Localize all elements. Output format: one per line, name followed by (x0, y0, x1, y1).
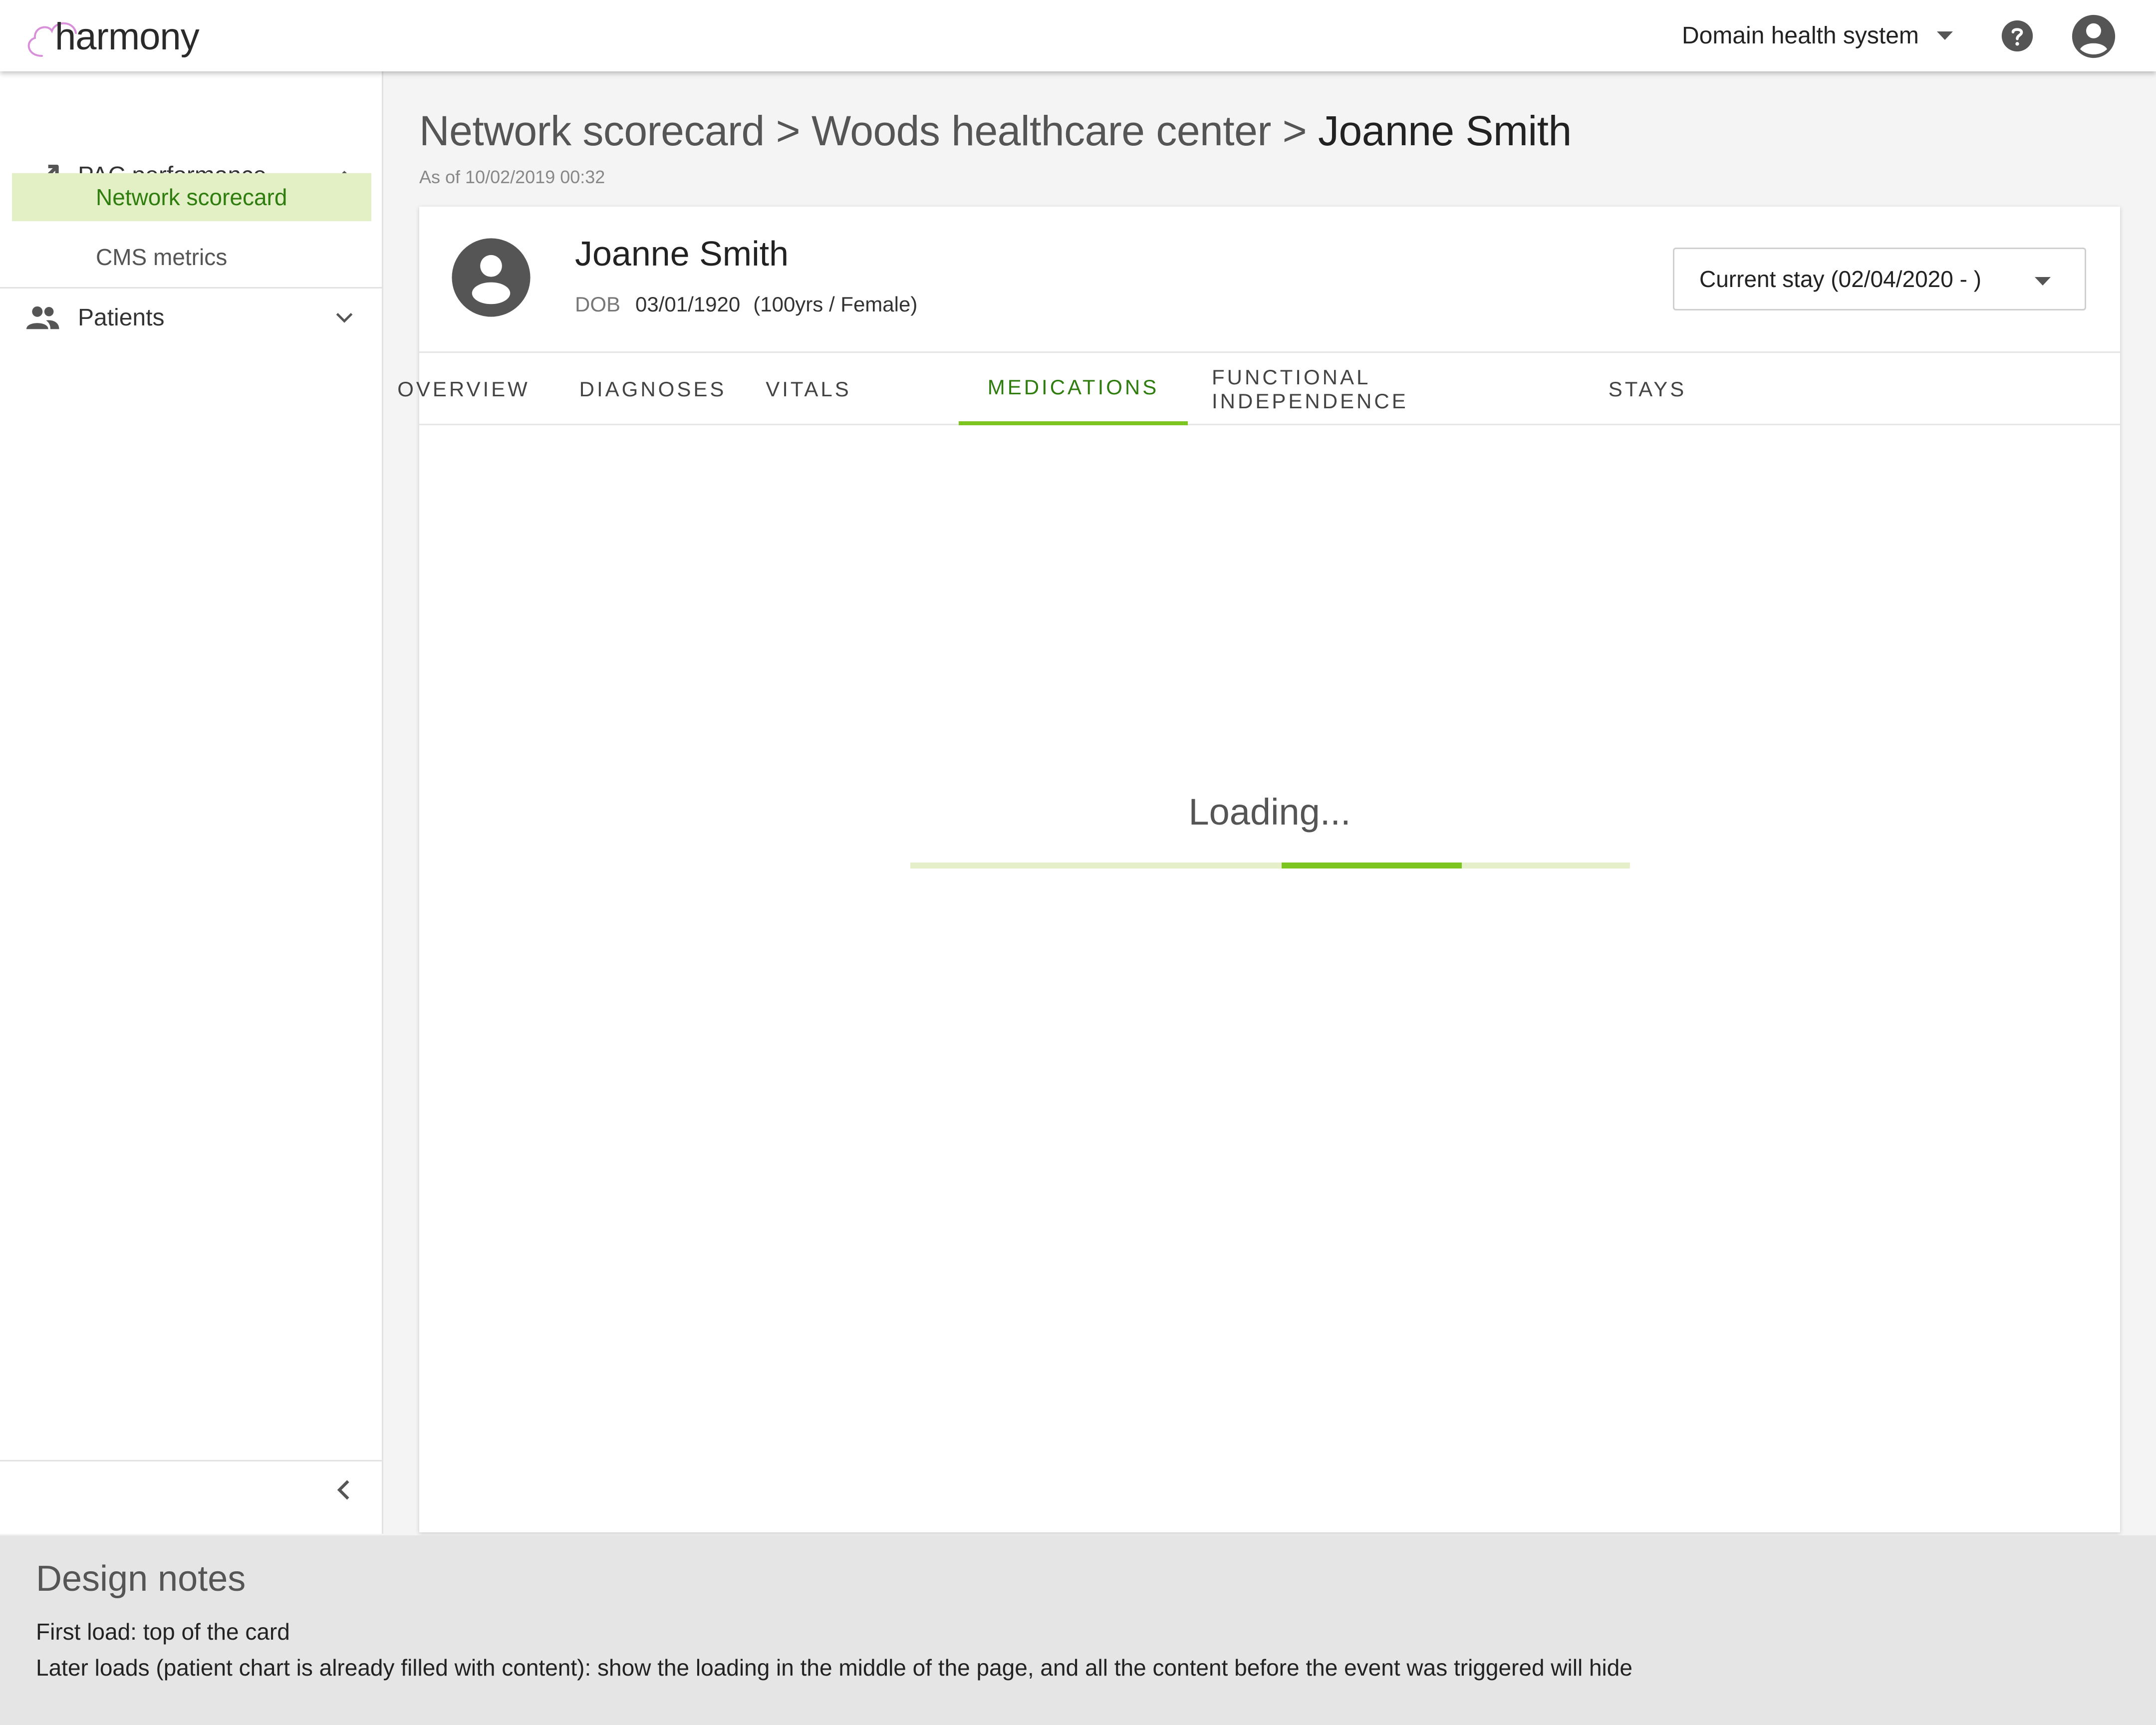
patient-dob-row: DOB 03/01/1920 (100yrs / Female) (575, 292, 917, 316)
sidebar-item-cms-metrics[interactable]: CMS metrics (12, 233, 371, 281)
chevron-down-icon (336, 312, 353, 323)
breadcrumb-current-patient: Joanne Smith (1318, 107, 1572, 154)
sidebar: PAC performance Network scorecard CMS me… (0, 71, 383, 1534)
harmony-logo[interactable]: harmony (22, 11, 212, 61)
breadcrumb-network-scorecard[interactable]: Network scorecard (419, 107, 765, 154)
breadcrumb-separator: > (1282, 107, 1307, 154)
design-note-line: First load: top of the card (36, 1619, 290, 1645)
caret-down-icon (2035, 277, 2051, 286)
people-icon (26, 306, 59, 329)
tab-medications[interactable]: MEDICATIONS (959, 353, 1188, 425)
age-sex: (100yrs / Female) (753, 292, 918, 316)
organization-selector[interactable]: Domain health system (1682, 18, 1953, 53)
tab-functional-independence[interactable]: FUNCTIONAL INDEPENDENCE (1212, 353, 1566, 425)
tab-label: VITALS (766, 377, 851, 401)
tab-label: DIAGNOSES (579, 377, 727, 401)
as-of-timestamp: As of 10/02/2019 00:32 (419, 167, 605, 187)
design-notes-title: Design notes (36, 1559, 246, 1599)
tab-stays[interactable]: STAYS (1600, 353, 1695, 425)
patient-tabs: OVERVIEW DIAGNOSES VITALS MEDICATIONS FU… (397, 351, 2120, 425)
chevron-left-icon (337, 1480, 349, 1500)
top-bar: harmony Domain health system (0, 0, 2156, 71)
breadcrumb-separator: > (776, 107, 801, 154)
sidebar-item-network-scorecard[interactable]: Network scorecard (12, 173, 371, 221)
account-circle-icon (452, 238, 531, 317)
sidebar-item-label: Network scorecard (96, 184, 287, 210)
tab-label: FUNCTIONAL INDEPENDENCE (1212, 365, 1408, 413)
organization-label: Domain health system (1682, 22, 1919, 49)
sidebar-divider (0, 287, 383, 288)
loading-progress-bar (910, 862, 1630, 868)
patient-card: Joanne Smith DOB 03/01/1920 (100yrs / Fema… (397, 207, 2120, 1532)
tab-label: STAYS (1608, 377, 1687, 401)
design-note-line: Later loads (patient chart is already fi… (36, 1655, 1632, 1681)
account-circle-icon (2072, 14, 2116, 58)
tab-label: OVERVIEW (397, 377, 530, 401)
sidebar-divider (0, 1460, 383, 1461)
tab-overview[interactable]: OVERVIEW (397, 353, 528, 425)
breadcrumb-woods-healthcare-center[interactable]: Woods healthcare center (811, 107, 1271, 154)
tab-label: MEDICATIONS (987, 375, 1159, 399)
tab-diagnoses[interactable]: DIAGNOSES (579, 353, 724, 425)
help-circle-icon (2001, 20, 2033, 52)
design-notes: Design notes First load: top of the card… (0, 1535, 2156, 1725)
tab-vitals[interactable]: VITALS (760, 353, 857, 425)
breadcrumb: Network scorecard > Woods healthcare cen… (419, 107, 1572, 155)
caret-down-icon (1936, 31, 1953, 40)
brand-name: harmony (55, 15, 200, 58)
patient-name: Joanne Smith (575, 234, 789, 273)
dob-value: 03/01/1920 (635, 292, 741, 316)
stay-selector-label: Current stay (02/04/2020 - ) (1699, 266, 1982, 292)
stay-selector[interactable]: Current stay (02/04/2020 - ) (1673, 248, 2086, 310)
sidebar-item-label: CMS metrics (96, 244, 228, 270)
nav-group-patients[interactable]: Patients (0, 290, 383, 345)
loading-progress-indicator (1282, 862, 1462, 868)
collapse-sidebar-button[interactable] (329, 1475, 359, 1505)
app-root: harmony Domain health system Network sco… (0, 0, 2156, 1725)
loading-text: Loading... (1188, 791, 1351, 833)
nav-group-label: Patients (78, 304, 165, 331)
account-button[interactable] (2071, 14, 2116, 59)
dob-label: DOB (575, 292, 621, 316)
help-button[interactable] (2000, 19, 2034, 53)
